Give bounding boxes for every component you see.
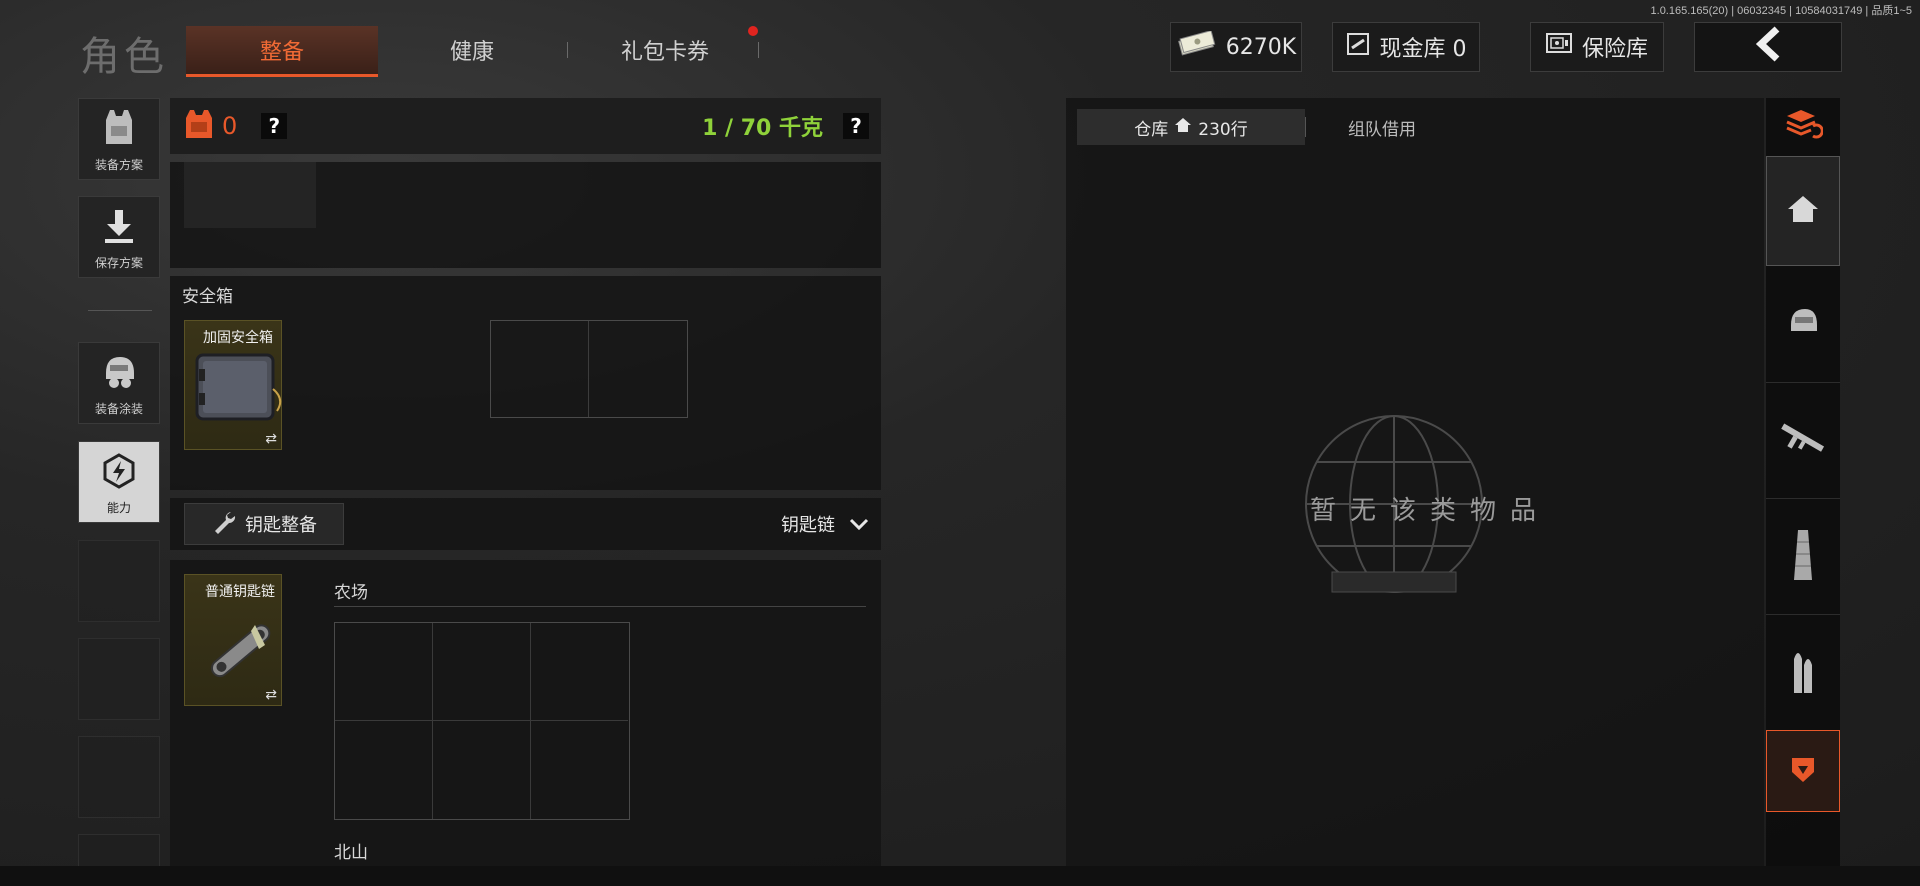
sort-layers-button[interactable] [1766, 98, 1840, 152]
home-icon [1786, 194, 1820, 228]
ability-button[interactable]: 能力 [78, 441, 160, 523]
loadout-plan-label: 装备方案 [94, 158, 143, 172]
warehouse-tab-label: 仓库 [1134, 119, 1169, 140]
ability-icon [100, 442, 138, 499]
money-display[interactable]: 6270K [1170, 22, 1302, 72]
key-category-icon [1786, 752, 1820, 790]
safe-box-item[interactable]: 加固安全箱 ⇄ [184, 320, 282, 450]
rifle-icon [1777, 419, 1829, 463]
magazine-icon [1790, 528, 1816, 586]
equipment-skin-label: 装备涂装 [94, 402, 143, 416]
bottom-strip [0, 866, 1920, 886]
swap-icon[interactable]: ⇄ [265, 431, 277, 447]
key-equip-button[interactable]: 钥匙整备 [184, 503, 344, 545]
safe-box-icon [193, 349, 283, 431]
tab-divider [567, 42, 568, 58]
divider [334, 606, 866, 607]
grid-line [335, 720, 628, 721]
version-text: 1.0.165.165(20) | 06032345 | 10584031749… [1650, 5, 1912, 17]
tab-divider [758, 42, 759, 58]
cash-vault-button[interactable]: 现金库 0 [1332, 22, 1480, 72]
equipment-slot[interactable] [184, 162, 316, 228]
warehouse-rows: 230行 [1198, 119, 1248, 140]
armor-vest-icon [184, 108, 214, 144]
category-armor[interactable] [1766, 268, 1840, 383]
save-plan-button[interactable]: 保存方案 [78, 196, 160, 278]
category-ammo[interactable] [1766, 616, 1840, 731]
empty-warehouse-text: 暂无该类物品 [1309, 496, 1550, 526]
keychain-panel: 普通钥匙链 ⇄ 农场 北山 [170, 560, 881, 886]
tab-team-borrow[interactable]: 组队借用 [1306, 109, 1458, 145]
download-icon [102, 197, 136, 254]
empty-menu-slot [78, 540, 160, 622]
keychain-item-name: 普通钥匙链 [205, 584, 275, 600]
key-equip-label: 钥匙整备 [245, 515, 317, 536]
tab-warehouse[interactable]: 仓库 230行 [1077, 109, 1305, 145]
category-all[interactable] [1766, 156, 1840, 266]
weight-display: 1 / 70 千克 [702, 116, 823, 141]
safe-box-grid [490, 320, 688, 418]
armor-count: 0 [222, 112, 238, 140]
menu-divider [88, 310, 152, 311]
safe-box-item-name: 加固安全箱 [203, 330, 273, 346]
equipment-panel [170, 162, 881, 268]
bullets-icon [1788, 645, 1818, 701]
equipment-skin-button[interactable]: 装备涂装 [78, 342, 160, 424]
notification-dot [748, 26, 758, 36]
grid-line [530, 623, 531, 819]
safe-icon [1545, 33, 1572, 61]
keychain-item[interactable]: 普通钥匙链 ⇄ [184, 574, 282, 706]
cash-stack-icon [1176, 30, 1216, 63]
empty-menu-slot [78, 638, 160, 720]
map-farm-label: 农场 [334, 583, 368, 603]
help-icon[interactable]: ? [261, 113, 288, 139]
safe-vault-button[interactable]: 保险库 [1530, 22, 1664, 72]
back-button[interactable] [1694, 22, 1842, 72]
ability-label: 能力 [106, 501, 131, 515]
cash-vault-icon [1346, 32, 1370, 62]
page-title: 角色 [80, 34, 168, 80]
keychain-dropdown-label: 钥匙链 [781, 515, 835, 536]
weight-help-icon[interactable]: ? [843, 113, 869, 139]
category-weapons[interactable] [1766, 384, 1840, 499]
cash-vault-label: 现金库 0 [1379, 37, 1467, 62]
layers-refresh-icon [1783, 106, 1824, 144]
home-icon [1174, 117, 1192, 138]
loadout-header: 0 ? 1 / 70 千克 ? [170, 98, 881, 154]
map-north-mountain-label: 北山 [334, 843, 368, 863]
safe-box-panel: 安全箱 加固安全箱 ⇄ [170, 276, 881, 490]
tab-libao[interactable]: 礼包卡券 [580, 26, 750, 74]
tab-zhengbei[interactable]: 整备 [186, 26, 378, 77]
loadout-plan-button[interactable]: 装备方案 [78, 98, 160, 180]
swap-icon[interactable]: ⇄ [265, 687, 277, 703]
money-amount: 6270K [1225, 34, 1297, 60]
grid-line [588, 321, 589, 417]
helmet-icon [100, 343, 138, 400]
save-plan-label: 保存方案 [94, 256, 143, 270]
safe-box-title: 安全箱 [182, 287, 233, 307]
helmet-vest-icon [1783, 303, 1823, 347]
keychain-dropdown[interactable]: 钥匙链 [781, 511, 869, 537]
grid-line [432, 623, 433, 819]
keychain-icon [195, 605, 285, 699]
back-arrow-icon [1753, 26, 1783, 68]
category-keys[interactable] [1766, 730, 1840, 812]
safe-vault-label: 保险库 [1581, 37, 1648, 62]
vest-icon [102, 99, 136, 156]
empty-menu-slot [78, 736, 160, 818]
wrench-icon [211, 509, 237, 540]
category-magazines[interactable] [1766, 500, 1840, 615]
tab-jiankang[interactable]: 健康 [392, 26, 552, 74]
chevron-down-icon [849, 514, 869, 535]
key-equip-bar: 钥匙整备 钥匙链 [170, 498, 881, 550]
key-grid [334, 622, 630, 820]
